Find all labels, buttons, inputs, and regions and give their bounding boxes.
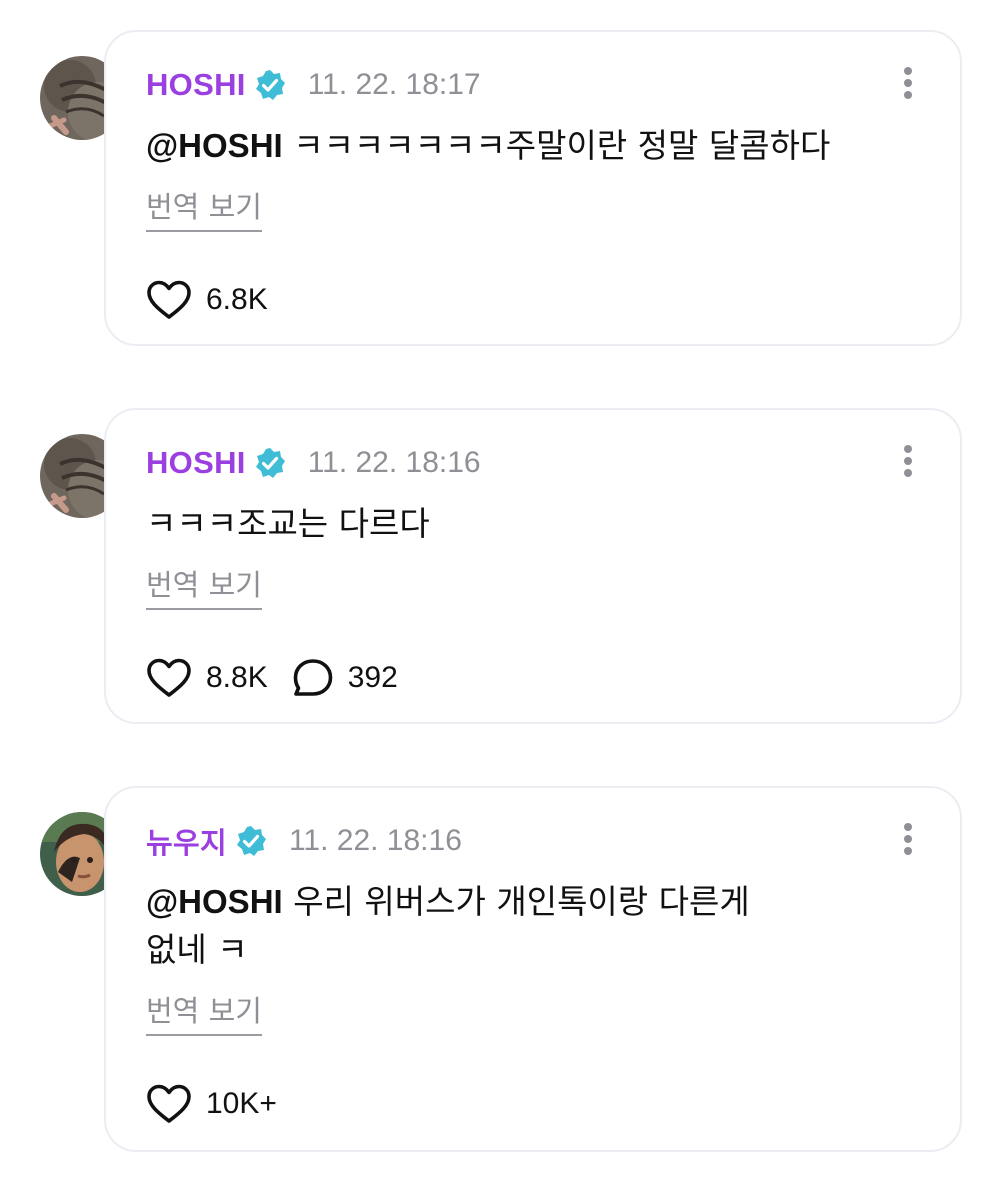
- author-name[interactable]: HOSHI: [146, 67, 246, 103]
- mention[interactable]: @HOSHI: [146, 127, 283, 164]
- verified-badge-icon: [254, 447, 286, 479]
- mention[interactable]: @HOSHI: [146, 883, 283, 920]
- comment-post: 뉴우지 11. 22. 18:16 @HOSHI 우리 위버스가 개인톡이랑 다…: [0, 756, 1007, 1176]
- more-vertical-icon[interactable]: [902, 444, 914, 478]
- comment-actions: 10K+: [146, 1082, 920, 1126]
- timestamp: 11. 22. 18:16: [288, 824, 462, 857]
- comment-header: 뉴우지 11. 22. 18:16: [146, 822, 920, 860]
- verified-badge-icon: [235, 825, 267, 857]
- heart-icon: [147, 658, 191, 697]
- heart-icon: [147, 280, 191, 319]
- verified-badge-icon: [254, 69, 286, 101]
- comment-body: ㅋㅋㅋ조교는 다르다: [146, 504, 430, 543]
- comment-text: @HOSHI ㅋㅋㅋㅋㅋㅋㅋ주말이란 정말 달콤하다: [146, 122, 886, 170]
- comment-bubble-icon: [293, 659, 333, 696]
- comment-button[interactable]: 392: [292, 658, 398, 698]
- comment-text: ㅋㅋㅋ조교는 다르다: [146, 500, 886, 548]
- comment-post: HOSHI 11. 22. 18:17 @HOSHI ㅋㅋㅋㅋㅋㅋㅋ주말이란 정…: [0, 0, 1007, 370]
- author-name[interactable]: 뉴우지: [146, 820, 227, 862]
- comment-card: HOSHI 11. 22. 18:17 @HOSHI ㅋㅋㅋㅋㅋㅋㅋ주말이란 정…: [104, 30, 962, 346]
- comment-body-line2: 없네 ㅋ: [146, 930, 248, 969]
- more-vertical-icon[interactable]: [902, 66, 914, 100]
- translate-link[interactable]: 번역 보기: [146, 184, 262, 232]
- like-button[interactable]: 10K+: [146, 1084, 277, 1124]
- comment-body: ㅋㅋㅋㅋㅋㅋㅋ주말이란 정말 달콤하다: [293, 126, 831, 165]
- comment-actions: 8.8K 392: [146, 656, 920, 700]
- more-vertical-icon[interactable]: [902, 822, 914, 856]
- like-button[interactable]: 6.8K: [146, 280, 268, 320]
- author-name[interactable]: HOSHI: [146, 445, 246, 481]
- comment-text: @HOSHI 우리 위버스가 개인톡이랑 다른게 없네 ㅋ: [146, 878, 886, 974]
- like-button[interactable]: 8.8K: [146, 658, 268, 698]
- translate-link[interactable]: 번역 보기: [146, 988, 262, 1036]
- comment-actions: 6.8K: [146, 278, 920, 322]
- translate-link[interactable]: 번역 보기: [146, 562, 262, 610]
- comment-card: 뉴우지 11. 22. 18:16 @HOSHI 우리 위버스가 개인톡이랑 다…: [104, 786, 962, 1152]
- like-count: 8.8K: [206, 661, 268, 694]
- comment-post: HOSHI 11. 22. 18:16 ㅋㅋㅋ조교는 다르다 번역 보기 8.8…: [0, 378, 1007, 748]
- heart-icon: [147, 1084, 191, 1123]
- comment-count: 392: [347, 661, 398, 694]
- timestamp: 11. 22. 18:16: [307, 446, 481, 479]
- comment-card: HOSHI 11. 22. 18:16 ㅋㅋㅋ조교는 다르다 번역 보기 8.8…: [104, 408, 962, 724]
- timestamp: 11. 22. 18:17: [307, 68, 481, 101]
- comment-body: 우리 위버스가 개인톡이랑 다른게: [293, 882, 750, 921]
- like-count: 10K+: [206, 1087, 277, 1120]
- like-count: 6.8K: [206, 283, 268, 316]
- comment-header: HOSHI 11. 22. 18:17: [146, 66, 920, 104]
- comment-header: HOSHI 11. 22. 18:16: [146, 444, 920, 482]
